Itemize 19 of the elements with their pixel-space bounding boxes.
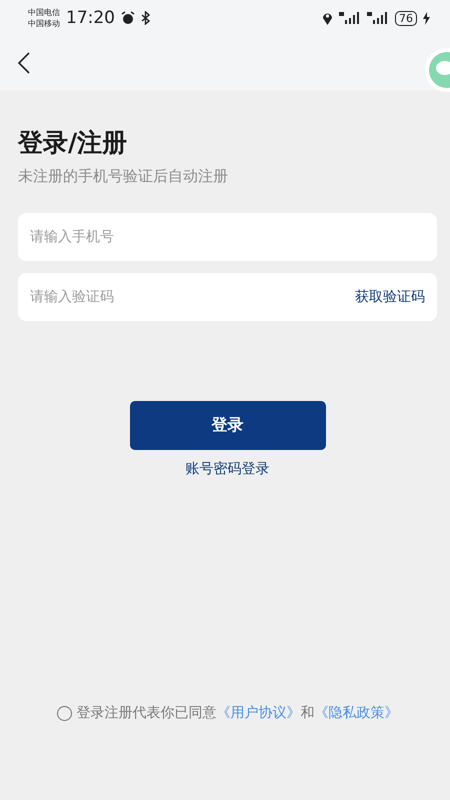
- agreement-text: 登录注册代表你已同意《用户协议》和《隐私政策》: [76, 704, 398, 722]
- carrier-name: 中国电信: [28, 7, 60, 18]
- agreement-checkbox[interactable]: [56, 706, 72, 720]
- battery-level: 76: [395, 10, 417, 26]
- login-button[interactable]: 登录: [130, 401, 326, 450]
- bluetooth-icon: [141, 11, 150, 25]
- alarm-icon: [121, 11, 135, 25]
- password-login-link[interactable]: 账号密码登录: [186, 460, 270, 478]
- signal-icon: [367, 12, 389, 24]
- status-time: 17:20: [66, 8, 115, 28]
- get-code-link[interactable]: 获取验证码: [355, 288, 425, 306]
- charging-icon: [423, 12, 430, 24]
- phone-field[interactable]: 请输入手机号: [18, 213, 437, 261]
- location-icon: [322, 11, 333, 25]
- back-icon[interactable]: [18, 52, 30, 74]
- page-subtitle: 未注册的手机号验证后自动注册: [18, 167, 228, 186]
- signal-icon: [339, 12, 361, 24]
- page-title: 登录/注册: [18, 127, 128, 159]
- carrier-name: 中国移动: [28, 18, 60, 29]
